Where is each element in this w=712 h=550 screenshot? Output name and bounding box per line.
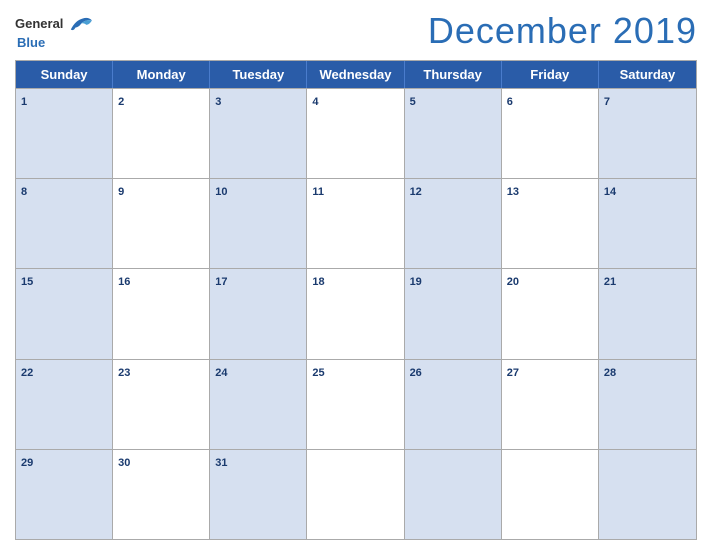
cell-date-number: 29 bbox=[21, 457, 33, 469]
cal-cell-2-2: 9 bbox=[113, 179, 210, 268]
cal-cell-1-7: 7 bbox=[599, 89, 696, 178]
cal-cell-1-3: 3 bbox=[210, 89, 307, 178]
week-row-2: 8 9 10 11 12 13 14 bbox=[16, 178, 696, 268]
cell-date-number: 24 bbox=[215, 367, 227, 379]
cell-date-number: 10 bbox=[215, 186, 227, 198]
cal-cell-1-5: 5 bbox=[405, 89, 502, 178]
cal-cell-1-4: 4 bbox=[307, 89, 404, 178]
cell-date-number: 27 bbox=[507, 367, 519, 379]
cal-cell-2-6: 13 bbox=[502, 179, 599, 268]
cal-cell-3-5: 19 bbox=[405, 269, 502, 358]
logo-blue-text: Blue bbox=[17, 35, 45, 50]
calendar-header: Sunday Monday Tuesday Wednesday Thursday… bbox=[16, 61, 696, 88]
col-friday: Friday bbox=[502, 61, 599, 88]
cal-cell-5-7 bbox=[599, 450, 696, 539]
cal-cell-2-7: 14 bbox=[599, 179, 696, 268]
week-row-3: 15 16 17 18 19 20 21 bbox=[16, 268, 696, 358]
cal-cell-4-1: 22 bbox=[16, 360, 113, 449]
week-row-5: 29 30 31 bbox=[16, 449, 696, 539]
cal-cell-3-6: 20 bbox=[502, 269, 599, 358]
cell-date-number: 22 bbox=[21, 367, 33, 379]
cal-cell-1-6: 6 bbox=[502, 89, 599, 178]
col-tuesday: Tuesday bbox=[210, 61, 307, 88]
calendar-grid: Sunday Monday Tuesday Wednesday Thursday… bbox=[15, 60, 697, 540]
cell-date-number: 5 bbox=[410, 96, 416, 108]
cell-date-number: 7 bbox=[604, 96, 610, 108]
col-monday: Monday bbox=[113, 61, 210, 88]
cell-date-number: 26 bbox=[410, 367, 422, 379]
cell-date-number: 19 bbox=[410, 276, 422, 288]
cal-cell-2-3: 10 bbox=[210, 179, 307, 268]
cell-date-number: 9 bbox=[118, 186, 124, 198]
cal-cell-4-2: 23 bbox=[113, 360, 210, 449]
cal-cell-2-5: 12 bbox=[405, 179, 502, 268]
cell-date-number: 23 bbox=[118, 367, 130, 379]
col-thursday: Thursday bbox=[405, 61, 502, 88]
cal-cell-2-4: 11 bbox=[307, 179, 404, 268]
cal-cell-2-1: 8 bbox=[16, 179, 113, 268]
cal-cell-3-3: 17 bbox=[210, 269, 307, 358]
logo-bird-icon bbox=[66, 13, 94, 35]
col-wednesday: Wednesday bbox=[307, 61, 404, 88]
cell-date-number: 4 bbox=[312, 96, 318, 108]
cell-date-number: 28 bbox=[604, 367, 616, 379]
cal-cell-5-2: 30 bbox=[113, 450, 210, 539]
cell-date-number: 15 bbox=[21, 276, 33, 288]
cal-cell-4-3: 24 bbox=[210, 360, 307, 449]
cal-cell-3-1: 15 bbox=[16, 269, 113, 358]
cell-date-number: 1 bbox=[21, 96, 27, 108]
cal-cell-5-4 bbox=[307, 450, 404, 539]
cal-cell-5-1: 29 bbox=[16, 450, 113, 539]
cal-cell-4-5: 26 bbox=[405, 360, 502, 449]
cal-cell-1-1: 1 bbox=[16, 89, 113, 178]
week-row-4: 22 23 24 25 26 27 28 bbox=[16, 359, 696, 449]
col-sunday: Sunday bbox=[16, 61, 113, 88]
logo: General Blue bbox=[15, 13, 94, 50]
cell-date-number: 2 bbox=[118, 96, 124, 108]
cell-date-number: 3 bbox=[215, 96, 221, 108]
cal-cell-1-2: 2 bbox=[113, 89, 210, 178]
cal-cell-4-6: 27 bbox=[502, 360, 599, 449]
cell-date-number: 12 bbox=[410, 186, 422, 198]
cell-date-number: 21 bbox=[604, 276, 616, 288]
cal-cell-3-2: 16 bbox=[113, 269, 210, 358]
cell-date-number: 18 bbox=[312, 276, 324, 288]
cell-date-number: 14 bbox=[604, 186, 616, 198]
cell-date-number: 17 bbox=[215, 276, 227, 288]
page-header: General Blue December 2019 bbox=[15, 10, 697, 52]
col-saturday: Saturday bbox=[599, 61, 696, 88]
cal-cell-3-4: 18 bbox=[307, 269, 404, 358]
cell-date-number: 13 bbox=[507, 186, 519, 198]
cell-date-number: 6 bbox=[507, 96, 513, 108]
cell-date-number: 20 bbox=[507, 276, 519, 288]
week-row-1: 1 2 3 4 5 6 7 bbox=[16, 88, 696, 178]
cell-date-number: 8 bbox=[21, 186, 27, 198]
cell-date-number: 16 bbox=[118, 276, 130, 288]
cell-date-number: 25 bbox=[312, 367, 324, 379]
cell-date-number: 11 bbox=[312, 186, 324, 198]
calendar-body: 1234567891011121314151617181920212223242… bbox=[16, 88, 696, 539]
cal-cell-5-6 bbox=[502, 450, 599, 539]
calendar-page: General Blue December 2019 Sunday Monday… bbox=[0, 0, 712, 550]
cell-date-number: 30 bbox=[118, 457, 130, 469]
logo-general-text: General bbox=[15, 16, 63, 31]
cal-cell-3-7: 21 bbox=[599, 269, 696, 358]
cal-cell-5-5 bbox=[405, 450, 502, 539]
cal-cell-4-7: 28 bbox=[599, 360, 696, 449]
cal-cell-4-4: 25 bbox=[307, 360, 404, 449]
calendar-title: December 2019 bbox=[428, 10, 697, 52]
cal-cell-5-3: 31 bbox=[210, 450, 307, 539]
cell-date-number: 31 bbox=[215, 457, 227, 469]
